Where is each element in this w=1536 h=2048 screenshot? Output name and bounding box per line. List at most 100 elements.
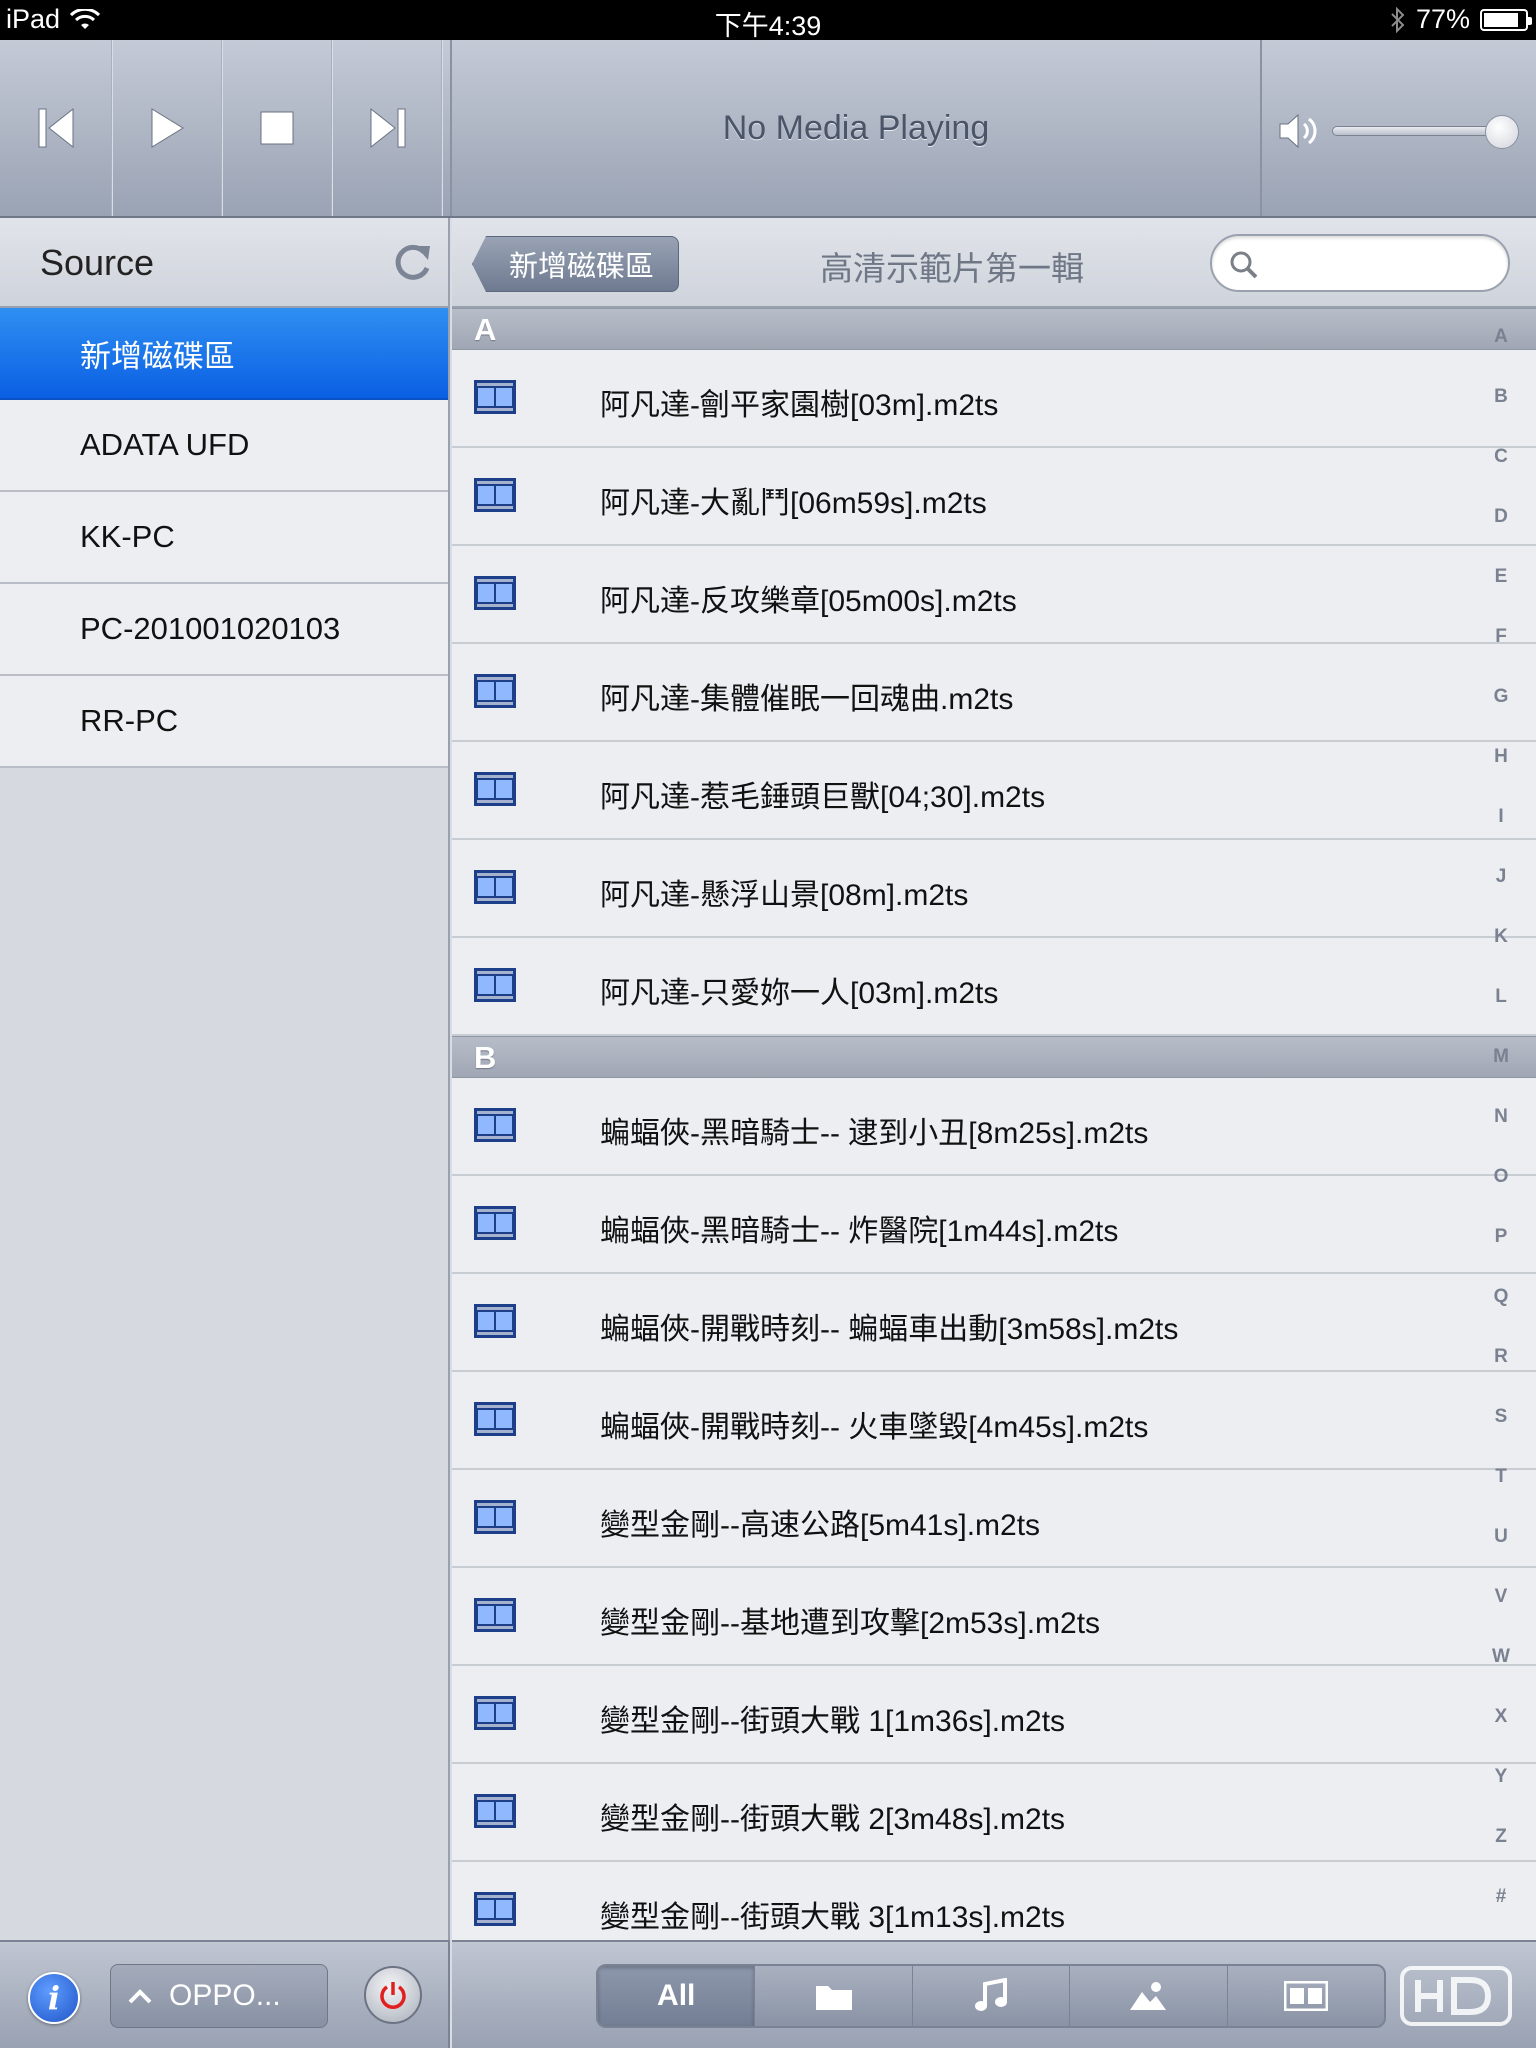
info-button[interactable]: i	[28, 1972, 80, 2024]
folder-icon	[815, 1986, 852, 2010]
file-row[interactable]: 阿凡達-反攻樂章[05m00s].m2ts	[452, 546, 1536, 644]
filter-tab-folders[interactable]	[755, 1966, 913, 2026]
folder-title: 高清示範片第一輯	[820, 250, 1084, 287]
film-icon	[474, 1696, 516, 1730]
back-button[interactable]: 新增磁碟區	[472, 236, 680, 292]
index-letter[interactable]: P	[1486, 1226, 1516, 1248]
file-name: 阿凡達-懸浮山景[08m].m2ts	[600, 879, 969, 912]
device-label: OPPO...	[169, 1979, 281, 2012]
file-row[interactable]: 變型金剛--街頭大戰 2[3m48s].m2ts	[452, 1764, 1536, 1862]
file-row[interactable]: 變型金剛--街頭大戰 3[1m13s].m2ts	[452, 1862, 1536, 1940]
alphabet-index[interactable]: A B C D E F G H I J K L M N O P Q R S T U V W X Y Z #	[1486, 326, 1516, 1926]
filter-tab-all[interactable]: All	[598, 1966, 756, 2026]
index-letter[interactable]: Z	[1486, 1826, 1516, 1848]
search-field[interactable]	[1210, 234, 1510, 292]
music-note-icon	[975, 1978, 1008, 2011]
file-name: 變型金剛--街頭大戰 2[3m48s].m2ts	[600, 1803, 1066, 1836]
film-icon	[474, 380, 516, 414]
filter-tab-photos[interactable]	[1070, 1966, 1228, 2026]
source-item-label: RR-PC	[80, 703, 179, 738]
file-row[interactable]: 蝙蝠俠-黑暗騎士-- 炸醫院[1m44s].m2ts	[452, 1176, 1536, 1274]
film-icon	[474, 1108, 516, 1142]
index-letter[interactable]: D	[1486, 506, 1516, 528]
index-letter[interactable]: E	[1486, 566, 1516, 588]
index-letter[interactable]: S	[1486, 1406, 1516, 1428]
power-button[interactable]	[364, 1966, 422, 2024]
file-row[interactable]: 蝙蝠俠-黑暗騎士-- 逮到小丑[8m25s].m2ts	[452, 1078, 1536, 1176]
volume-control	[1262, 40, 1536, 216]
source-item[interactable]: 新增磁碟區	[0, 308, 448, 400]
file-row[interactable]: 變型金剛--高速公路[5m41s].m2ts	[452, 1470, 1536, 1568]
file-row[interactable]: 阿凡達-大亂鬥[06m59s].m2ts	[452, 448, 1536, 546]
play-button[interactable]	[112, 40, 222, 216]
film-icon	[474, 1304, 516, 1338]
device-select-button[interactable]: OPPO...	[110, 1964, 328, 2028]
index-letter[interactable]: U	[1486, 1526, 1516, 1548]
index-letter[interactable]: A	[1486, 326, 1516, 348]
film-icon	[474, 1500, 516, 1534]
file-name: 變型金剛--街頭大戰 3[1m13s].m2ts	[600, 1901, 1066, 1934]
bottom-left-toolbar: i OPPO...	[0, 1940, 450, 2048]
source-item[interactable]: PC-201001020103	[0, 584, 448, 676]
index-letter[interactable]: W	[1486, 1646, 1516, 1668]
next-track-button[interactable]	[332, 40, 442, 216]
source-item-label: PC-201001020103	[80, 611, 341, 646]
source-item-label: 新增磁碟區	[80, 338, 235, 374]
index-letter[interactable]: K	[1486, 926, 1516, 948]
film-icon	[474, 1794, 516, 1828]
section-header: A	[452, 308, 1536, 350]
previous-track-button[interactable]	[2, 40, 112, 216]
index-letter[interactable]: Y	[1486, 1766, 1516, 1788]
file-row[interactable]: 阿凡達-集體催眠一回魂曲.m2ts	[452, 644, 1536, 742]
file-row[interactable]: 阿凡達-懸浮山景[08m].m2ts	[452, 840, 1536, 938]
search-input[interactable]	[1268, 246, 1498, 282]
index-letter[interactable]: X	[1486, 1706, 1516, 1728]
file-row[interactable]: 變型金剛--基地遭到攻擊[2m53s].m2ts	[452, 1568, 1536, 1666]
source-item[interactable]: RR-PC	[0, 676, 448, 768]
filter-tab-videos[interactable]	[1228, 1966, 1384, 2026]
film-icon	[474, 772, 516, 806]
index-letter[interactable]: H	[1486, 746, 1516, 768]
index-letter[interactable]: V	[1486, 1586, 1516, 1608]
index-letter[interactable]: G	[1486, 686, 1516, 708]
index-letter[interactable]: F	[1486, 626, 1516, 648]
volume-slider[interactable]	[1332, 115, 1520, 149]
index-letter[interactable]: M	[1486, 1046, 1516, 1068]
file-row[interactable]: 阿凡達-只愛妳一人[03m].m2ts	[452, 938, 1536, 1036]
info-icon: i	[47, 1979, 61, 2017]
index-letter[interactable]: B	[1486, 386, 1516, 408]
file-name: 蝙蝠俠-開戰時刻-- 蝙蝠車出動[3m58s].m2ts	[600, 1313, 1179, 1346]
index-letter[interactable]: O	[1486, 1166, 1516, 1188]
skip-back-icon	[38, 107, 73, 149]
film-icon	[474, 478, 516, 512]
file-row[interactable]: 阿凡達-惹毛錘頭巨獸[04;30].m2ts	[452, 742, 1536, 840]
file-row[interactable]: 阿凡達-劊平家園樹[03m].m2ts	[452, 350, 1536, 448]
index-letter[interactable]: I	[1486, 806, 1516, 828]
now-playing-text: No Media Playing	[722, 108, 990, 147]
file-row[interactable]: 蝙蝠俠-開戰時刻-- 火車墜毀[4m45s].m2ts	[452, 1372, 1536, 1470]
power-icon	[380, 1982, 406, 2009]
film-icon	[474, 870, 516, 904]
index-letter[interactable]: L	[1486, 986, 1516, 1008]
file-name: 阿凡達-只愛妳一人[03m].m2ts	[600, 977, 999, 1010]
volume-knob[interactable]	[1485, 115, 1520, 149]
filter-tab-music[interactable]	[913, 1966, 1071, 2026]
file-name: 變型金剛--高速公路[5m41s].m2ts	[600, 1509, 1041, 1542]
stop-icon	[260, 111, 293, 145]
refresh-icon[interactable]	[388, 238, 436, 286]
index-letter[interactable]: C	[1486, 446, 1516, 468]
stop-button[interactable]	[222, 40, 332, 216]
file-row[interactable]: 蝙蝠俠-開戰時刻-- 蝙蝠車出動[3m58s].m2ts	[452, 1274, 1536, 1372]
volume-fill	[1333, 127, 1503, 135]
file-row[interactable]: 變型金剛--街頭大戰 1[1m36s].m2ts	[452, 1666, 1536, 1764]
index-letter[interactable]: N	[1486, 1106, 1516, 1128]
index-letter[interactable]: T	[1486, 1466, 1516, 1488]
file-name: 阿凡達-大亂鬥[06m59s].m2ts	[600, 487, 987, 520]
bluetooth-icon	[1391, 6, 1405, 33]
index-letter[interactable]: #	[1486, 1886, 1516, 1908]
index-letter[interactable]: J	[1486, 866, 1516, 888]
index-letter[interactable]: R	[1486, 1346, 1516, 1368]
source-item[interactable]: ADATA UFD	[0, 400, 448, 492]
index-letter[interactable]: Q	[1486, 1286, 1516, 1308]
source-item[interactable]: KK-PC	[0, 492, 448, 584]
